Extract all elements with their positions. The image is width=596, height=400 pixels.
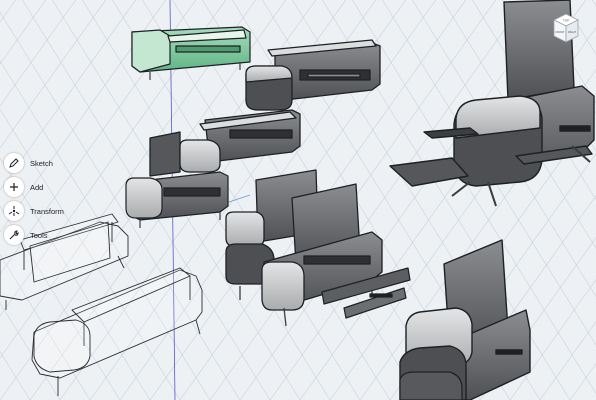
model-sofa-3[interactable] (149, 109, 301, 177)
model-sofa-selected[interactable] (131, 26, 251, 80)
tool-sketch-label: Sketch (30, 158, 53, 168)
tool-add-label: Add (30, 182, 44, 192)
view-cube[interactable]: TOP FRONT RIGHT (552, 12, 580, 44)
view-cube-top-label: TOP (563, 19, 569, 23)
pencil-icon (4, 153, 24, 173)
3d-viewport[interactable] (0, 0, 596, 400)
grid-line (592, 0, 596, 7)
view-cube-front-label: FRONT (556, 30, 565, 34)
canvas-area[interactable]: TOP FRONT RIGHT Sketch Add Transform Too… (0, 0, 596, 400)
model-wireframe-sofa-bottom[interactable] (31, 267, 203, 396)
view-cube-right-label: RIGHT (568, 30, 576, 34)
model-sofa-4[interactable] (125, 171, 229, 228)
plus-icon (4, 177, 24, 197)
tool-sketch[interactable]: Sketch (4, 152, 76, 174)
tool-transform-label: Transform (30, 206, 64, 216)
tool-tools[interactable]: Tools (4, 224, 76, 246)
model-cushion-bottom[interactable] (399, 371, 463, 400)
transform-arrows-icon (4, 201, 24, 221)
model-sofa-2[interactable] (245, 39, 381, 111)
view-cube-icon: TOP FRONT RIGHT (553, 13, 579, 43)
tool-transform[interactable]: Transform (4, 200, 76, 222)
tool-add[interactable]: Add (4, 176, 76, 198)
tool-tools-label: Tools (30, 230, 48, 240)
wrench-icon (4, 225, 24, 245)
